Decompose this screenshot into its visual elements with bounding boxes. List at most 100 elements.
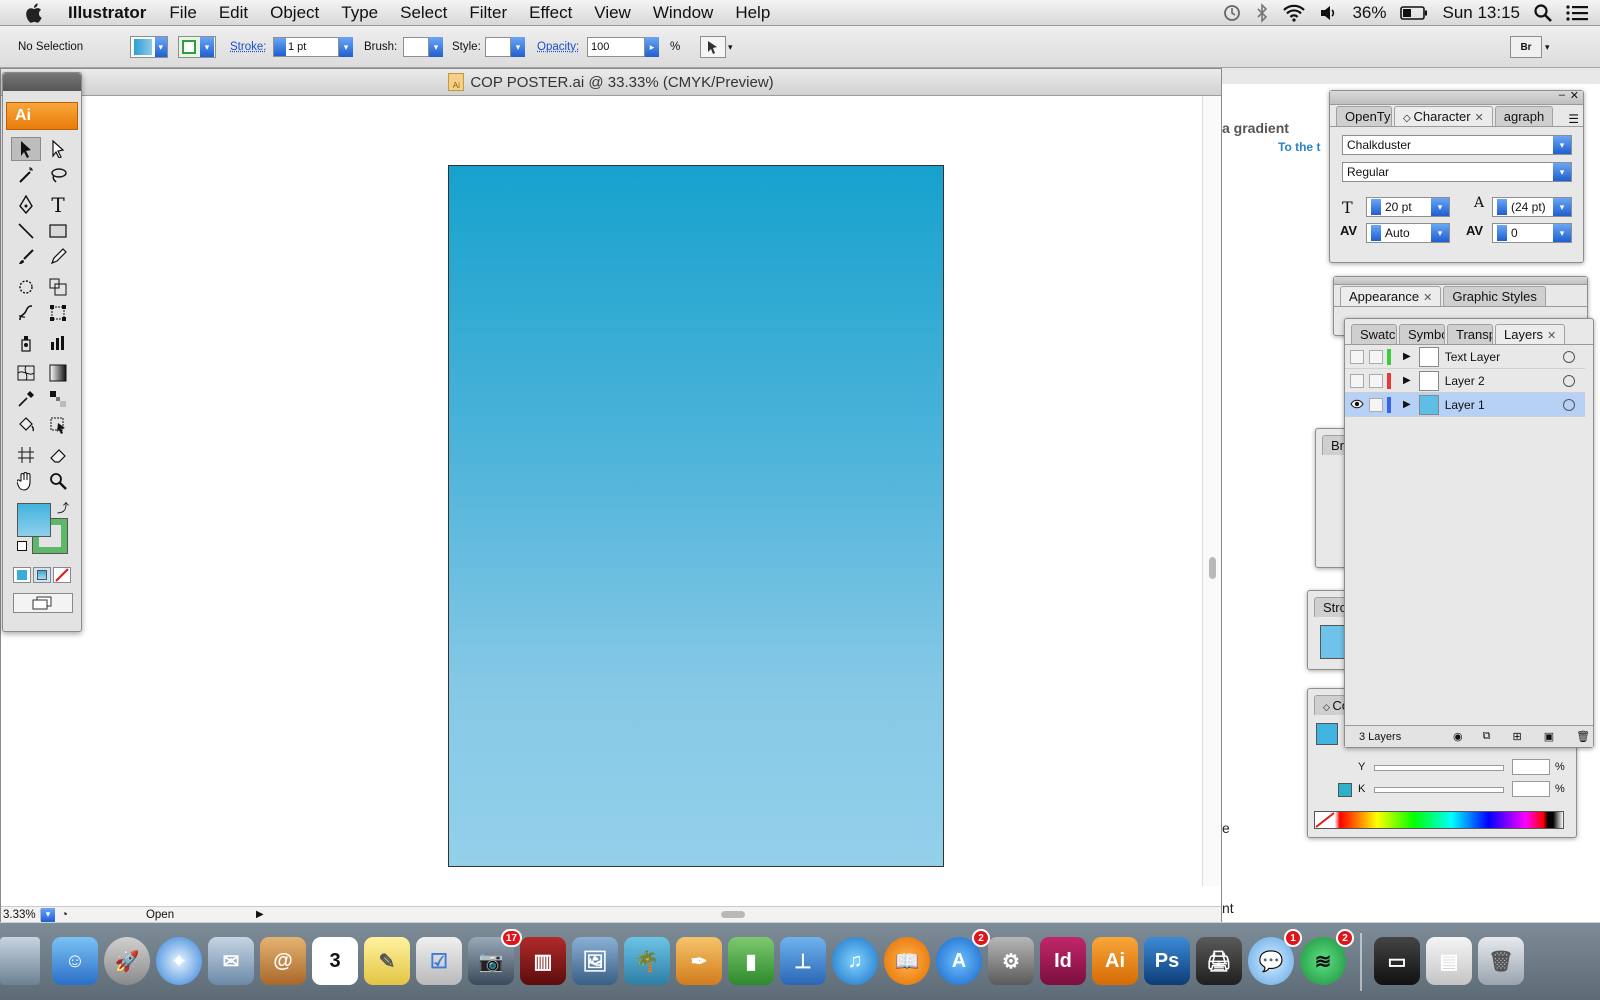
direct-selection-tool-icon[interactable] [43, 137, 73, 161]
scale-tool-icon[interactable] [43, 275, 73, 299]
k-slider[interactable] [1374, 787, 1504, 793]
eye-icon[interactable] [1350, 398, 1364, 412]
character-panel-header[interactable]: – ✕ [1330, 89, 1583, 105]
k-field[interactable] [1512, 781, 1550, 797]
none-color-icon[interactable] [1315, 812, 1335, 828]
layer-row-layer-1[interactable]: ▶ Layer 1 [1345, 393, 1585, 417]
photoshop-icon[interactable]: Ps [1144, 937, 1190, 985]
isolate-selection-button[interactable]: ▾ [700, 26, 733, 68]
y-slider[interactable] [1374, 765, 1504, 771]
tab-paragraph[interactable]: agraph [1494, 106, 1553, 126]
contacts-icon[interactable]: @ [260, 937, 306, 985]
pencil-tool-icon[interactable] [43, 245, 73, 269]
target-icon[interactable] [1563, 398, 1575, 411]
lock-toggle[interactable] [1369, 397, 1383, 412]
minimized-window-icon[interactable]: ▭ [1374, 937, 1420, 985]
tab-swatches[interactable]: Swatch [1351, 324, 1397, 344]
menu-effect[interactable]: Effect [518, 3, 583, 23]
menu-filter[interactable]: Filter [458, 3, 518, 23]
preview-icon[interactable]: 🖼 [572, 937, 618, 985]
layer-row-layer-2[interactable]: ▶ Layer 2 [1345, 369, 1585, 393]
menu-type[interactable]: Type [330, 3, 389, 23]
kerning-field[interactable]: Auto ▾ [1366, 223, 1450, 243]
out-of-gamut-swatch[interactable] [1338, 783, 1352, 797]
trash-icon[interactable]: 🗑 [1478, 937, 1524, 985]
opacity-label[interactable]: Opacity: [537, 26, 579, 68]
launchpad-icon[interactable]: 🚀 [104, 937, 150, 985]
zoom-dropdown[interactable]: ▾ [41, 907, 55, 922]
panel-menu-icon[interactable]: ☰ [1568, 112, 1579, 126]
blend-tool-icon[interactable] [43, 387, 73, 411]
brush-dropdown[interactable]: ▾ [403, 26, 443, 68]
visibility-toggle[interactable] [1350, 349, 1364, 364]
menu-help[interactable]: Help [724, 3, 781, 23]
artboard-gradient-rectangle[interactable] [448, 165, 944, 867]
new-layer-icon[interactable]: ▣ [1544, 730, 1554, 743]
expand-triangle-icon[interactable]: ▶ [1403, 351, 1411, 362]
menu-select[interactable]: Select [389, 3, 458, 23]
layer-name[interactable]: Layer 1 [1445, 398, 1485, 412]
zoom-tool-icon[interactable] [43, 469, 73, 493]
collapse-icon[interactable]: – [1559, 89, 1565, 101]
lasso-tool-icon[interactable] [43, 163, 73, 187]
system-preferences-icon[interactable]: ⚙ [988, 937, 1034, 985]
safari-icon[interactable]: ⌖ [156, 937, 202, 985]
live-paint-selection-tool-icon[interactable] [43, 413, 73, 437]
font-style-dropdown[interactable]: Regular ▾ [1342, 162, 1572, 182]
battery-icon[interactable] [1400, 6, 1428, 20]
status-arrow-icon[interactable]: ▶ [256, 909, 264, 920]
font-family-dropdown[interactable]: Chalkduster ▾ [1342, 135, 1572, 155]
toolbox-header[interactable] [3, 73, 81, 91]
screen-mode-button[interactable] [13, 593, 73, 613]
leading-field[interactable]: (24 pt) ▾ [1492, 197, 1572, 217]
pen-tool-icon[interactable] [11, 193, 41, 217]
tab-graphic-styles[interactable]: Graphic Styles [1443, 286, 1546, 306]
column-graph-tool-icon[interactable] [43, 331, 73, 355]
font-size-field[interactable]: 20 pt ▾ [1366, 197, 1450, 217]
lock-toggle[interactable] [1369, 349, 1383, 364]
layer-name[interactable]: Layer 2 [1445, 374, 1485, 388]
document-title-bar[interactable]: Ai COP POSTER.ai @ 33.33% (CMYK/Preview) [1, 69, 1221, 96]
iphoto-icon[interactable]: 🌴 [624, 937, 670, 985]
indesign-icon[interactable]: Id [1040, 937, 1086, 985]
type-tool-icon[interactable]: T [43, 193, 73, 217]
vertical-scrollbar[interactable] [1202, 96, 1221, 886]
menu-edit[interactable]: Edit [208, 3, 259, 23]
gradient-mode-button[interactable] [33, 567, 51, 583]
magic-wand-tool-icon[interactable] [11, 163, 41, 187]
stroke-weight-field[interactable]: 1 pt ▾ [273, 26, 353, 68]
itunes-icon[interactable]: ♫ [832, 937, 878, 985]
zoom-level[interactable]: 3.33% [1, 908, 41, 921]
notification-center-icon[interactable] [1566, 4, 1588, 22]
close-panel-icon[interactable]: ✕ [1570, 89, 1579, 102]
tab-layers[interactable]: Layers ✕ [1495, 324, 1566, 344]
none-mode-button[interactable] [53, 567, 71, 583]
calendar-icon[interactable]: 3 [312, 937, 358, 985]
battery-percent[interactable]: 36% [1352, 3, 1386, 23]
messages-icon[interactable]: 💬 1 [1248, 929, 1302, 985]
paintbrush-tool-icon[interactable] [11, 245, 41, 269]
eyedropper-tool-icon[interactable] [11, 387, 41, 411]
volume-icon[interactable] [1320, 5, 1338, 21]
make-clipping-mask-icon[interactable]: ⧉ [1483, 730, 1491, 743]
menu-window[interactable]: Window [642, 3, 724, 23]
rotate-tool-icon[interactable] [11, 275, 41, 299]
layer-row-text-layer[interactable]: ▶ Text Layer [1345, 345, 1585, 369]
color-mode-button[interactable] [13, 567, 31, 583]
numbers-icon[interactable]: ▮ [728, 937, 774, 985]
pages-icon[interactable]: ✒ [676, 937, 722, 985]
apple-menu-icon[interactable] [18, 0, 52, 26]
eraser-tool-icon[interactable] [43, 443, 73, 467]
stroke-label[interactable]: Stroke: [230, 26, 266, 68]
fill-swatch[interactable] [17, 503, 51, 537]
tracking-field[interactable]: 0 ▾ [1492, 223, 1572, 243]
lock-toggle[interactable] [1369, 373, 1383, 388]
fill-color-control[interactable]: ▾ [130, 26, 168, 68]
line-tool-icon[interactable] [11, 219, 41, 243]
tab-transparency[interactable]: Transp [1447, 324, 1493, 344]
reminders-icon[interactable]: ☑ [416, 937, 462, 985]
stroke-color-control[interactable]: ▾ [178, 26, 216, 68]
swap-fill-stroke-icon[interactable]: ⤴ [57, 499, 69, 516]
notes-icon[interactable]: ✎ [364, 937, 410, 985]
free-transform-tool-icon[interactable] [43, 301, 73, 325]
